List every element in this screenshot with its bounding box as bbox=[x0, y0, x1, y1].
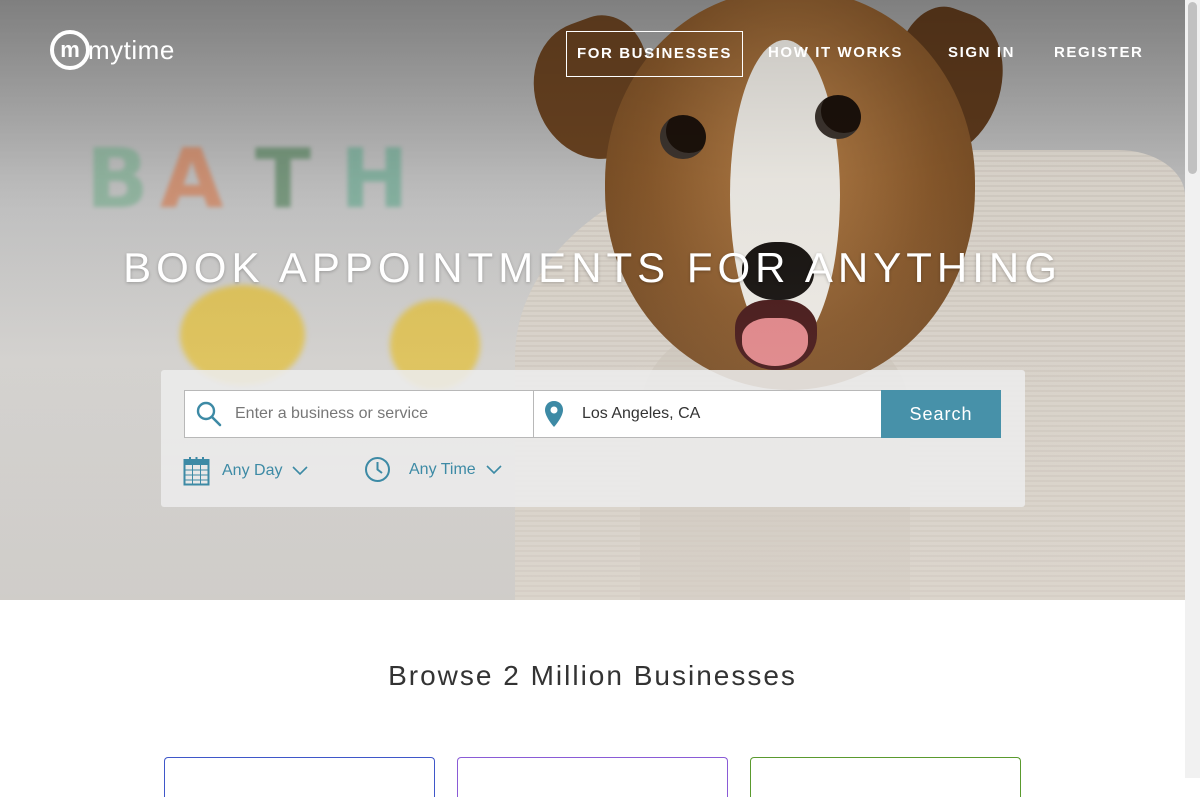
search-button[interactable]: Search bbox=[881, 390, 1001, 438]
chevron-down-icon bbox=[486, 464, 502, 475]
logo-icon: m bbox=[50, 30, 90, 70]
hero-headline: BOOK APPOINTMENTS FOR ANYTHING bbox=[123, 244, 1062, 291]
day-filter-dropdown[interactable]: Any Day bbox=[183, 456, 309, 486]
location-input[interactable] bbox=[580, 404, 881, 424]
day-filter-label: Any Day bbox=[222, 462, 283, 479]
sign-in-link[interactable]: SIGN IN bbox=[948, 31, 1015, 75]
mytime-logo[interactable]: m mytime bbox=[50, 30, 175, 70]
hero-banner: B A T H m mytime FOR BUSINESSES HOW IT W… bbox=[0, 0, 1185, 600]
page-scrollbar[interactable] bbox=[1185, 0, 1200, 778]
service-input[interactable] bbox=[233, 404, 533, 424]
time-filter-dropdown[interactable]: Any Time bbox=[364, 456, 502, 483]
map-pin-icon bbox=[544, 400, 564, 428]
how-it-works-link[interactable]: HOW IT WORKS bbox=[768, 31, 903, 75]
location-field bbox=[533, 390, 882, 438]
category-card[interactable] bbox=[457, 757, 728, 797]
time-filter-label: Any Time bbox=[409, 460, 476, 478]
calendar-icon bbox=[183, 456, 210, 486]
service-field bbox=[184, 390, 534, 438]
browse-title: Browse 2 Million Businesses bbox=[388, 660, 797, 691]
search-icon bbox=[195, 400, 223, 428]
search-panel: Search Any Day bbox=[161, 370, 1025, 507]
clock-icon bbox=[364, 456, 391, 483]
scrollbar-thumb[interactable] bbox=[1188, 2, 1197, 174]
chevron-down-icon bbox=[292, 466, 309, 476]
category-card[interactable] bbox=[164, 757, 435, 797]
for-businesses-button[interactable]: FOR BUSINESSES bbox=[566, 31, 743, 77]
logo-text: mytime bbox=[88, 34, 175, 65]
register-link[interactable]: REGISTER bbox=[1054, 31, 1143, 75]
category-card[interactable] bbox=[750, 757, 1021, 797]
